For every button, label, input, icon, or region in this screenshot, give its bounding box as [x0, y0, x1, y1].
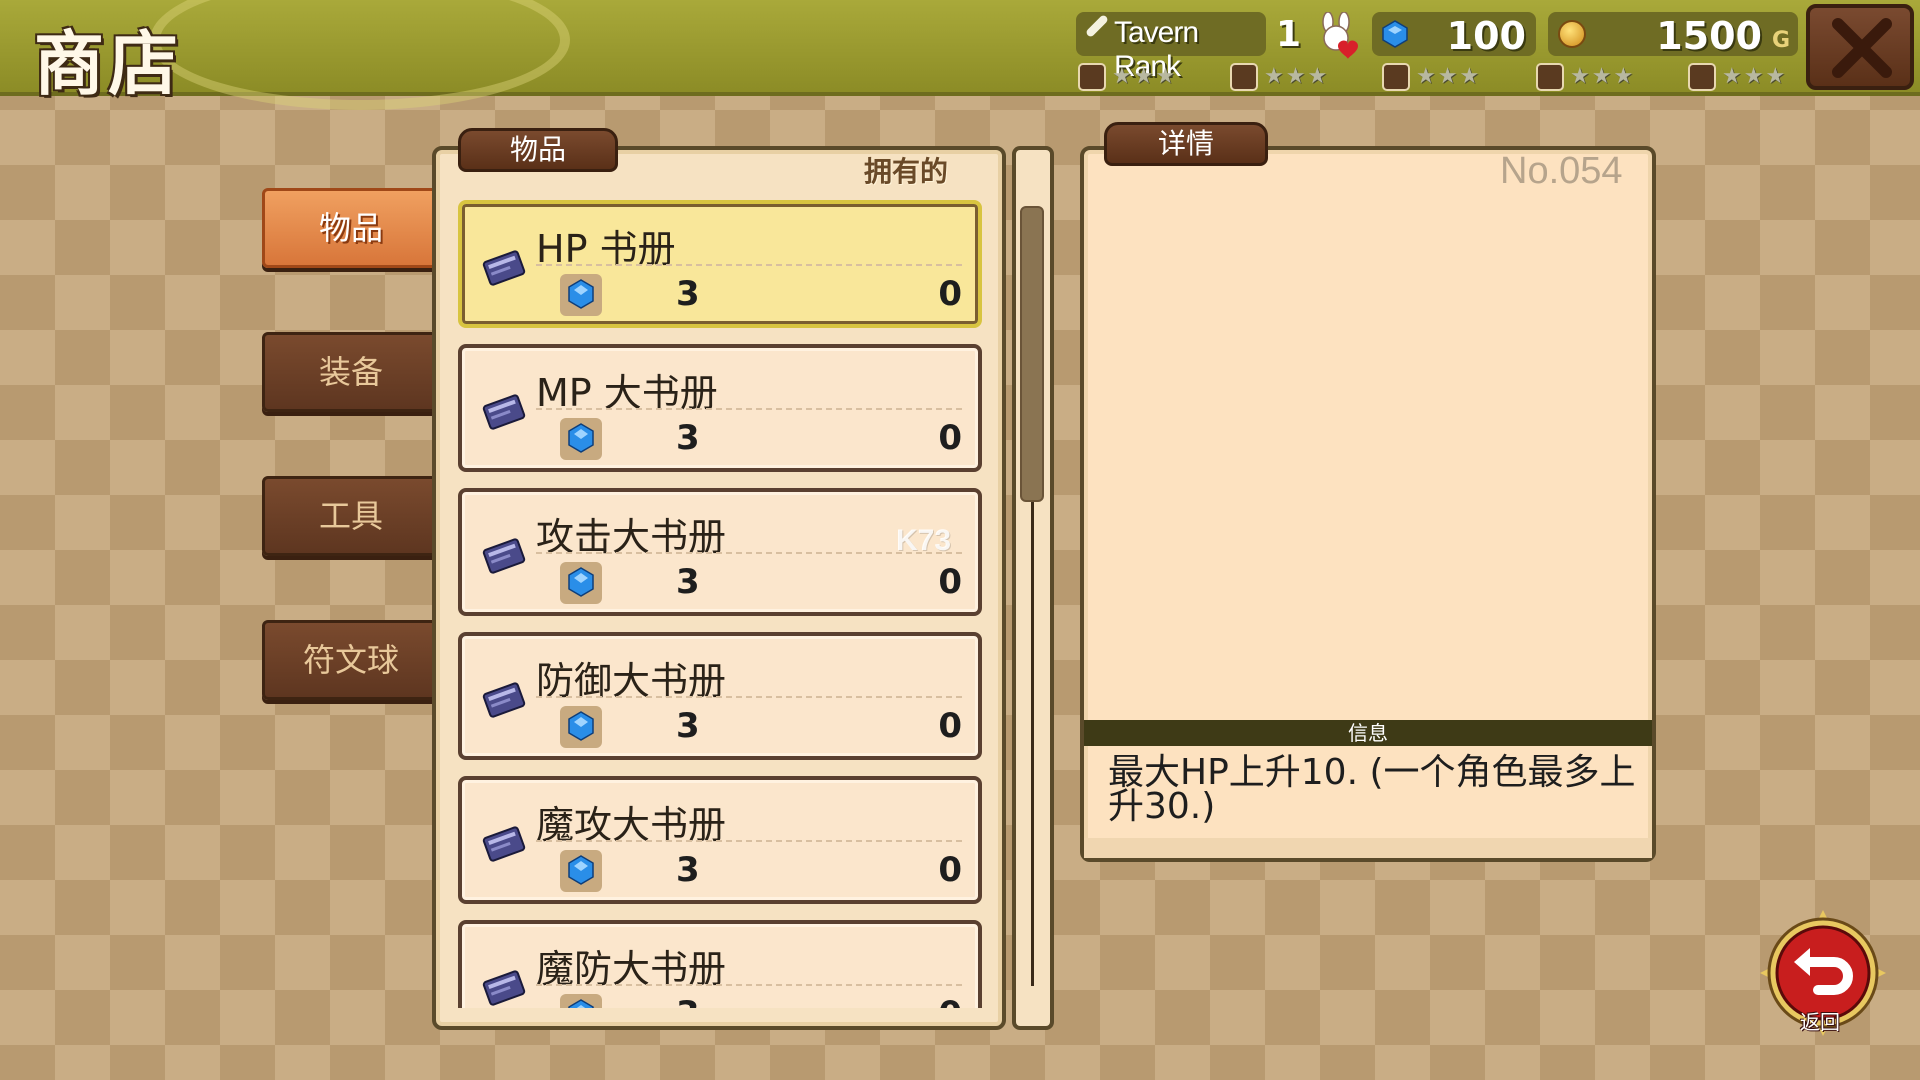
page-title: 商店	[34, 23, 182, 105]
divider	[536, 264, 962, 266]
price-gem-badge	[560, 274, 602, 316]
star-icon: ★	[1416, 64, 1436, 89]
tab-items[interactable]: 物品	[262, 188, 440, 268]
book-icon	[482, 682, 526, 718]
item-price: 3	[676, 418, 700, 458]
rank-group-helmet: ★ ★ ★	[1536, 62, 1633, 92]
rank-group-book: ★ ★ ★	[1230, 62, 1327, 92]
gem-count: 100	[1446, 14, 1526, 58]
scrollbar-thumb[interactable]	[1020, 206, 1044, 502]
list-item[interactable]: 防御大书册 3 0	[458, 632, 982, 760]
gold-coin-icon	[1558, 20, 1586, 48]
rank-group-orb: ★ ★ ★	[1688, 62, 1785, 92]
info-header: 信息	[1084, 720, 1652, 746]
watermark: K73	[896, 524, 952, 557]
item-price: 3	[676, 850, 700, 890]
price-gem-badge	[560, 706, 602, 748]
book-icon	[482, 394, 526, 430]
chest-icon	[1382, 63, 1410, 91]
helmet-icon	[1536, 63, 1564, 91]
decorative-swirl	[150, 0, 570, 110]
item-owned-count: 0	[938, 850, 962, 890]
blue-gem-icon	[568, 999, 594, 1008]
star-icon: ★	[1459, 64, 1480, 89]
star-icon: ★	[1570, 64, 1590, 89]
item-price: 3	[676, 562, 700, 602]
item-owned-count: 0	[938, 274, 962, 314]
book-icon	[482, 250, 526, 286]
divider	[536, 984, 962, 986]
tab-tools[interactable]: 工具	[262, 476, 440, 556]
list-item[interactable]: HP 书册 3 0	[458, 200, 982, 328]
blue-gem-icon	[568, 711, 594, 741]
book-icon	[1230, 63, 1258, 91]
star-icon: ★	[1112, 64, 1132, 89]
orb-icon	[1688, 63, 1716, 91]
rank-group-chest: ★ ★ ★	[1382, 62, 1479, 92]
owned-column-label: 拥有的	[864, 155, 949, 188]
item-price: 3	[676, 994, 700, 1008]
star-icon: ★	[1264, 64, 1284, 89]
price-gem-badge	[560, 994, 602, 1008]
rank-group-bag: ★ ★ ★	[1078, 62, 1175, 92]
close-button[interactable]	[1806, 4, 1914, 90]
blue-gem-icon	[568, 423, 594, 453]
star-icon: ★	[1613, 64, 1634, 89]
list-item[interactable]: 魔攻大书册 3 0	[458, 776, 982, 904]
book-icon	[482, 970, 526, 1006]
item-owned-count: 0	[938, 562, 962, 602]
star-icon: ★	[1133, 64, 1154, 89]
blue-gem-icon	[1382, 20, 1408, 48]
item-panel-tab: 物品	[458, 128, 618, 172]
divider	[536, 696, 962, 698]
book-icon	[482, 826, 526, 862]
list-item[interactable]: MP 大书册 3 0	[458, 344, 982, 472]
price-gem-badge	[560, 418, 602, 460]
gold-counter: 1500 G	[1548, 12, 1798, 58]
tab-rune-orbs[interactable]: 符文球	[262, 620, 440, 700]
blue-gem-icon	[568, 279, 594, 309]
blue-gem-icon	[568, 855, 594, 885]
star-icon: ★	[1743, 64, 1764, 89]
list-item[interactable]: 魔防大书册 3 0	[458, 920, 982, 1008]
star-icon: ★	[1285, 64, 1306, 89]
star-icon: ★	[1307, 64, 1328, 89]
star-icon: ★	[1722, 64, 1742, 89]
gold-count: 1500	[1656, 14, 1762, 58]
info-footer-strip	[1084, 838, 1652, 858]
star-icon: ★	[1155, 64, 1176, 89]
tavern-rank-badge: Tavern Rank	[1076, 12, 1266, 83]
quill-icon	[1084, 13, 1110, 39]
divider	[536, 840, 962, 842]
price-gem-badge	[560, 562, 602, 604]
rabbit-heart-icon	[1322, 12, 1358, 59]
item-list[interactable]: HP 书册 3 0 MP 大书册 3 0 攻击大书册 3 0 防御大书册 3 0…	[452, 196, 988, 1008]
item-number: No.054	[1500, 150, 1623, 192]
return-label: 返回	[1800, 1010, 1840, 1034]
star-icon: ★	[1765, 64, 1786, 89]
item-price: 3	[676, 706, 700, 746]
divider	[536, 408, 962, 410]
item-owned-count: 0	[938, 418, 962, 458]
gem-counter: 100	[1372, 12, 1536, 58]
item-owned-count: 0	[938, 994, 962, 1008]
book-icon	[482, 538, 526, 574]
tavern-rank-level: 1	[1276, 14, 1302, 55]
gold-unit: G	[1771, 28, 1790, 53]
bag-icon	[1078, 63, 1106, 91]
blue-gem-icon	[568, 567, 594, 597]
price-gem-badge	[560, 850, 602, 892]
tab-equipment[interactable]: 装备	[262, 332, 440, 412]
item-owned-count: 0	[938, 706, 962, 746]
detail-panel-tab: 详情	[1104, 122, 1268, 166]
close-icon	[1832, 18, 1892, 78]
star-icon: ★	[1437, 64, 1458, 89]
item-description: 最大HP上升10. (一个角色最多上升30.)	[1108, 752, 1636, 827]
star-icon: ★	[1591, 64, 1612, 89]
item-price: 3	[676, 274, 700, 314]
